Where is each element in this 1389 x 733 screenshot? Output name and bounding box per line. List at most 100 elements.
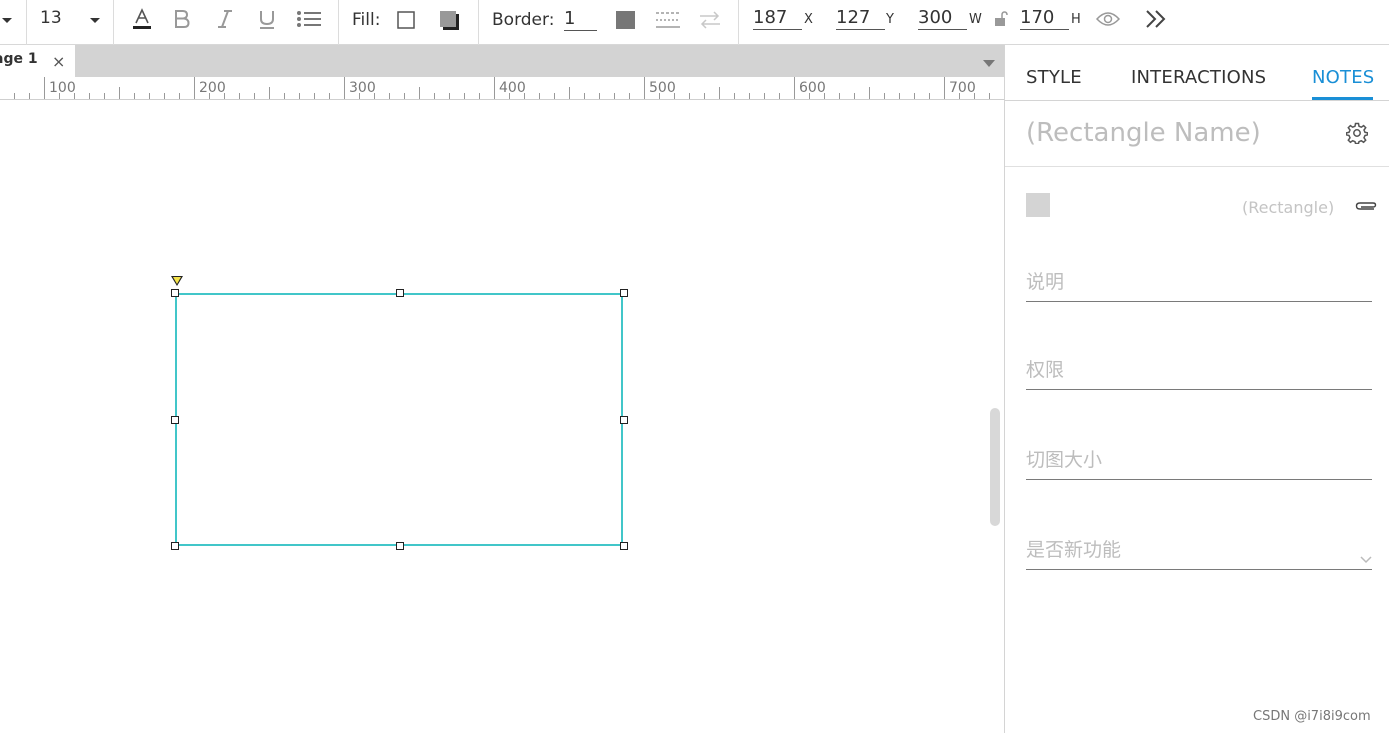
ruler-major-tick [344,77,345,99]
horizontal-ruler: 100 200 300 400 500 600 700 [0,77,1004,100]
ruler-mid-tick [569,87,570,99]
ruler-minor-tick [284,93,285,99]
ruler-minor-tick [629,93,630,99]
ruler-minor-tick [329,93,330,99]
border-color-swatch-icon[interactable] [616,11,635,29]
page-tab-label: age 1 [0,51,38,67]
ruler-major-tick [494,77,495,99]
ruler-mid-tick [719,87,720,99]
border-width-input[interactable]: 1 [564,8,597,31]
fill-color-swatch-icon[interactable] [397,11,415,29]
ruler-minor-tick [254,93,255,99]
y-label: Y [886,12,894,27]
note-field-label: 权限 [1026,359,1065,381]
vertical-scrollbar[interactable] [990,408,1000,526]
x-label: X [804,12,813,27]
toolbar-divider [338,0,339,45]
shape-thumbnail [1026,193,1050,217]
resize-handle-top[interactable] [396,289,404,297]
italic-icon[interactable] [216,9,234,29]
toolbar-divider [26,0,27,45]
ruler-minor-tick [14,93,15,99]
resize-handle-top-left[interactable] [171,289,179,297]
note-field-slice-size[interactable]: 切图大小 [1026,445,1372,480]
note-field-permission[interactable]: 权限 [1026,355,1372,390]
chevron-down-icon[interactable] [1360,549,1372,568]
ruler-minor-tick [149,93,150,99]
ruler-minor-tick [239,93,240,99]
ruler-minor-tick [314,93,315,99]
ruler-mid-tick [119,87,120,99]
resize-handle-bottom[interactable] [396,542,404,550]
tab-list-dropdown-icon[interactable] [983,60,995,67]
tab-style[interactable]: STYLE [1026,67,1082,88]
ruler-major-tick [194,77,195,99]
note-field-label: 切图大小 [1026,449,1103,471]
line-pattern-icon[interactable] [656,11,680,29]
width-input[interactable]: 300 [918,7,967,30]
eye-icon[interactable] [1096,11,1120,27]
arrow-style-icon[interactable] [698,11,722,29]
rotation-marker-icon[interactable] [171,276,183,286]
ruler-minor-tick [164,93,165,99]
resize-handle-bottom-right[interactable] [620,542,628,550]
ruler-mid-tick [419,87,420,99]
shape-type-label: (Rectangle) [1242,198,1335,217]
ruler-minor-tick [929,93,930,99]
ruler-minor-tick [584,93,585,99]
ruler-minor-tick [299,93,300,99]
underline-icon[interactable] [258,9,276,30]
ruler-label: 700 [949,80,976,96]
note-field-description[interactable]: 说明 [1026,267,1372,302]
bold-icon[interactable] [173,9,191,29]
shape-name-input[interactable]: (Rectangle Name) [1026,118,1261,148]
shadow-icon[interactable] [439,10,460,31]
ruler-minor-tick [554,93,555,99]
ruler-minor-tick [479,93,480,99]
ruler-minor-tick [464,93,465,99]
ruler-mid-tick [269,87,270,99]
ruler-minor-tick [599,93,600,99]
page-tab[interactable]: age 1 × [0,45,75,77]
close-icon[interactable]: × [52,52,65,71]
bullet-list-icon[interactable] [296,10,322,28]
font-size-value[interactable]: 13 [40,8,62,28]
toolbar-divider [738,0,739,45]
design-canvas[interactable] [0,100,1004,733]
ruler-minor-tick [989,93,990,99]
tab-interactions[interactable]: INTERACTIONS [1131,67,1266,88]
ruler-minor-tick [704,93,705,99]
resize-handle-top-right[interactable] [620,289,628,297]
lock-aspect-ratio-icon[interactable] [994,10,1008,28]
tab-notes[interactable]: NOTES [1312,67,1374,88]
toolbar-divider [478,0,479,45]
chevron-double-right-icon[interactable] [1145,10,1167,28]
resize-handle-left[interactable] [171,416,179,424]
note-field-is-new-feature[interactable]: 是否新功能 [1026,535,1372,570]
ruler-label: 500 [649,80,676,96]
ruler-label: 400 [499,80,526,96]
ruler-minor-tick [749,93,750,99]
ruler-label: 300 [349,80,376,96]
text-color-icon[interactable] [132,8,152,30]
font-size-dropdown-arrow[interactable] [90,18,100,23]
x-position-input[interactable]: 187 [753,7,802,30]
selected-rectangle-shape[interactable] [175,293,623,546]
ruler-minor-tick [764,93,765,99]
inspector-tabs: STYLE INTERACTIONS NOTES [1005,45,1389,101]
h-label: H [1071,12,1081,27]
resize-handle-bottom-left[interactable] [171,542,179,550]
ruler-minor-tick [449,93,450,99]
resize-handle-right[interactable] [620,416,628,424]
inspector-panel: STYLE INTERACTIONS NOTES (Rectangle Name… [1004,45,1389,733]
font-family-dropdown-arrow[interactable] [2,18,12,23]
height-input[interactable]: 170 [1020,7,1069,30]
fill-label: Fill: [352,10,381,30]
paperclip-icon[interactable] [1355,197,1377,216]
gear-icon[interactable] [1345,122,1369,148]
toolbar-divider [113,0,114,45]
ruler-minor-tick [884,93,885,99]
ruler-major-tick [794,77,795,99]
y-position-input[interactable]: 127 [836,7,885,30]
ruler-minor-tick [404,93,405,99]
